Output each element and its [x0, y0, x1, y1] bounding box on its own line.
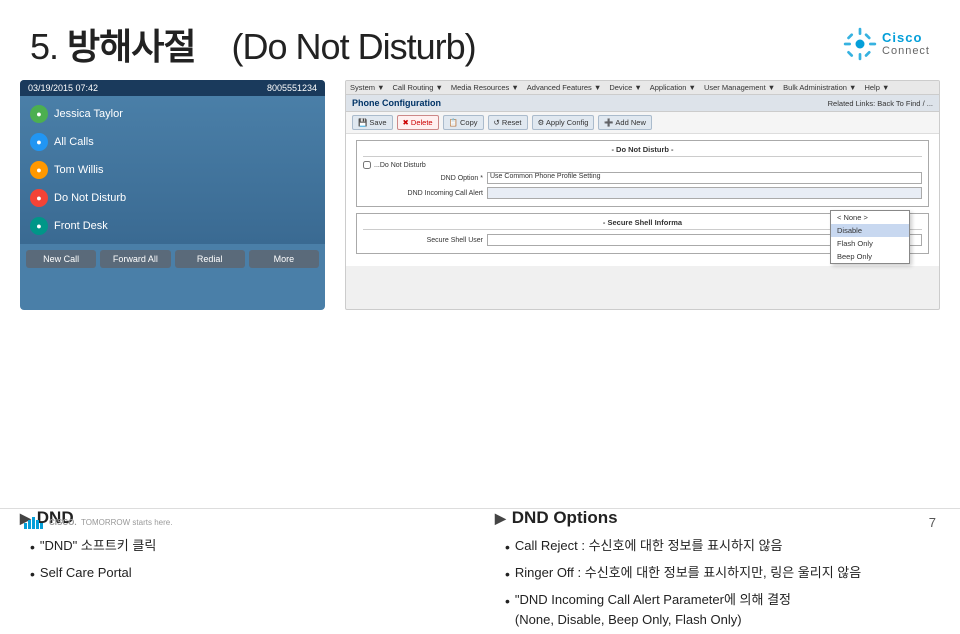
page-footer: CISCO. TOMORROW starts here. 7 [0, 508, 960, 530]
config-toolbar: Phone Configuration Related Links: Back … [346, 95, 939, 112]
dnd-checkbox-row: ...Do Not Disturb [363, 161, 922, 169]
footer-cisco: CISCO. TOMORROW starts here. [24, 517, 172, 529]
gear-icon [842, 26, 878, 62]
dnd-section: - Do Not Disturb - ...Do Not Disturb DND… [356, 140, 929, 207]
contact-icon-blue: ● [30, 133, 48, 151]
dropdown-item-disable[interactable]: Disable [831, 224, 909, 237]
list-item: "DND" 소프트키 클릭 [30, 536, 465, 558]
right-bullet-list: Call Reject : 수신호에 대한 정보를 표시하지 않음 Ringer… [495, 536, 940, 629]
dnd-section-title: - Do Not Disturb - [363, 145, 922, 157]
dnd-incoming-row: DND Incoming Call Alert [363, 187, 922, 199]
phone-statusbar: 03/19/2015 07:42 8005551234 [20, 80, 325, 96]
contact-icon-green: ● [30, 105, 48, 123]
toolbar-buttons: 💾 Save ✖ Delete 📋 Copy ↺ Reset ⚙ Apply C… [346, 112, 939, 134]
dnd-option-row: DND Option * Use Common Phone Profile Se… [363, 172, 922, 184]
cisco-bars-icon [24, 517, 43, 529]
copy-button[interactable]: 📋 Copy [443, 115, 484, 130]
config-section-title: Phone Configuration [352, 98, 822, 108]
phone-contacts: ● Jessica Taylor ● All Calls ● Tom Willi… [20, 96, 325, 244]
connect-text: Cisco Connect [882, 31, 930, 57]
config-screenshot-container: System ▼ Call Routing ▼ Media Resources … [345, 80, 940, 310]
secure-user-label: Secure Shell User [363, 237, 483, 244]
list-item: ● Tom Willis [26, 156, 319, 184]
apply-config-button[interactable]: ⚙ Apply Config [532, 115, 595, 130]
related-links-label: Related Links: Back To Find / ... [828, 99, 933, 108]
dnd-checkbox[interactable] [363, 161, 371, 169]
phone-screenshot: 03/19/2015 07:42 8005551234 ● Jessica Ta… [20, 80, 325, 310]
dnd-incoming-input[interactable] [487, 187, 922, 199]
new-call-button[interactable]: New Call [26, 250, 96, 268]
list-item: "DND Incoming Call Alert Parameter에 의해 결… [505, 590, 940, 629]
delete-button[interactable]: ✖ Delete [397, 115, 439, 130]
reset-button[interactable]: ↺ Reset [488, 115, 528, 130]
cucm-config-panel: System ▼ Call Routing ▼ Media Resources … [345, 80, 940, 310]
contact-icon-teal: ● [30, 217, 48, 235]
left-bullet-list: "DND" 소프트키 클릭 Self Care Portal [20, 536, 465, 585]
list-item: ● Front Desk [26, 212, 319, 240]
more-button[interactable]: More [249, 250, 319, 268]
list-item: Ringer Off : 수신호에 대한 정보를 표시하지만, 링은 울리지 않… [505, 563, 940, 585]
list-item: Self Care Portal [30, 563, 465, 585]
save-button[interactable]: 💾 Save [352, 115, 393, 130]
page-number: 7 [929, 515, 936, 530]
contact-icon-orange: ● [30, 161, 48, 179]
list-item: ● All Calls [26, 128, 319, 156]
dnd-option-label: DND Option * [363, 175, 483, 182]
list-item: Call Reject : 수신호에 대한 정보를 표시하지 않음 [505, 536, 940, 558]
list-item: ● Jessica Taylor [26, 100, 319, 128]
dnd-incoming-label: DND Incoming Call Alert [363, 190, 483, 197]
dropdown-item-none[interactable]: < None > [831, 211, 909, 224]
cisco-connect-logo: Cisco Connect [842, 26, 930, 62]
page-header: 5. 방해사절 (Do Not Disturb) Cisco Connect [0, 0, 960, 80]
footer-cisco-label: CISCO. TOMORROW starts here. [49, 518, 172, 527]
list-item: ● Do Not Disturb [26, 184, 319, 212]
phone-buttons: New Call Forward All Redial More [20, 244, 325, 274]
forward-all-button[interactable]: Forward All [100, 250, 170, 268]
config-menubar: System ▼ Call Routing ▼ Media Resources … [346, 81, 939, 95]
dnd-option-input[interactable]: Use Common Phone Profile Setting [487, 172, 922, 184]
dropdown-item-beep[interactable]: Beep Only [831, 250, 909, 263]
page-title: 5. 방해사절 (Do Not Disturb) [30, 18, 476, 70]
add-new-button[interactable]: ➕ Add New [598, 115, 651, 130]
dnd-dropdown-popup: < None > Disable Flash Only Beep Only [830, 210, 910, 264]
redial-button[interactable]: Redial [175, 250, 245, 268]
main-content: 03/19/2015 07:42 8005551234 ● Jessica Ta… [0, 80, 960, 500]
dnd-checkbox-label: ...Do Not Disturb [374, 162, 426, 169]
dropdown-item-flash[interactable]: Flash Only [831, 237, 909, 250]
contact-icon-red: ● [30, 189, 48, 207]
